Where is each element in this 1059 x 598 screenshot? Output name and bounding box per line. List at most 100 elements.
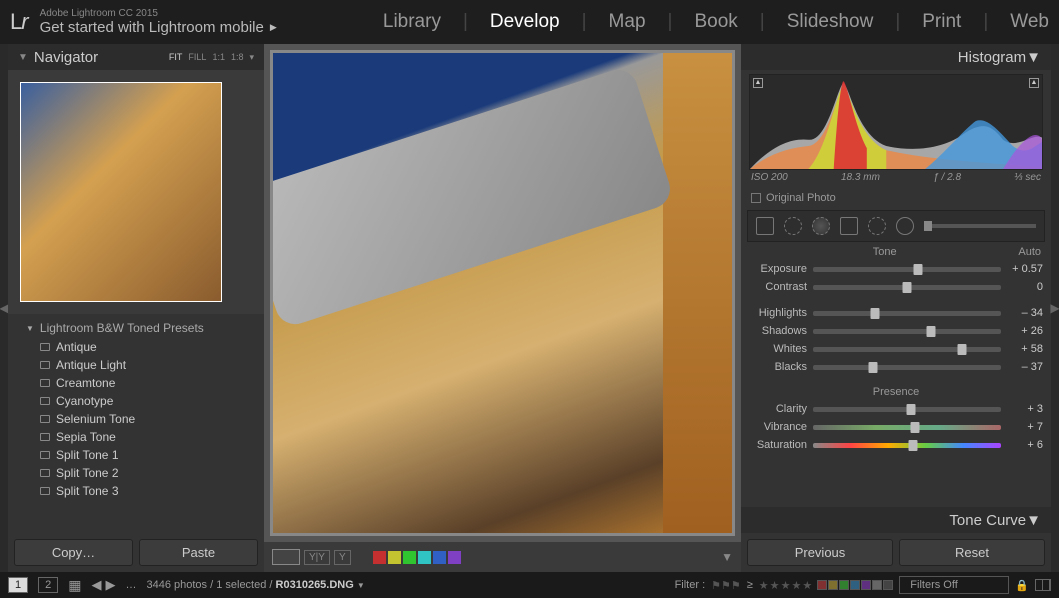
slider-track[interactable] xyxy=(813,329,1001,334)
module-print[interactable]: Print xyxy=(922,11,961,33)
preset-item[interactable]: Split Tone 3 xyxy=(8,482,264,500)
grid-view-icon[interactable]: ▦ xyxy=(68,577,81,594)
original-photo-checkbox[interactable]: Original Photo xyxy=(741,189,1051,210)
rating-geq-icon[interactable]: ≥ xyxy=(747,579,753,591)
slider-value[interactable]: + 26 xyxy=(1007,325,1043,337)
label-color-filter[interactable] xyxy=(861,580,871,590)
left-panel-toggle[interactable]: ◀ xyxy=(0,44,8,572)
exposure-slider[interactable]: Exposure+ 0.57 xyxy=(749,260,1043,278)
color-swatch[interactable] xyxy=(433,551,446,564)
reset-button[interactable]: Reset xyxy=(899,539,1045,566)
label-color-filter[interactable] xyxy=(817,580,827,590)
flag-filter-icon[interactable]: ⚑⚑⚑ xyxy=(711,579,741,592)
chevron-down-icon[interactable]: ▾ xyxy=(249,52,254,63)
label-color-filter[interactable] xyxy=(828,580,838,590)
histogram-header[interactable]: Histogram ▼ xyxy=(741,44,1051,70)
previous-button[interactable]: Previous xyxy=(747,539,893,566)
preset-item[interactable]: Antique xyxy=(8,338,264,356)
preset-item[interactable]: Split Tone 1 xyxy=(8,446,264,464)
slider-value[interactable]: – 34 xyxy=(1007,307,1043,319)
preset-item[interactable]: Sepia Tone xyxy=(8,428,264,446)
module-library[interactable]: Library xyxy=(383,11,441,33)
redeye-tool-icon[interactable] xyxy=(812,217,830,235)
before-after-split-icon[interactable]: Y xyxy=(334,550,351,565)
color-swatch[interactable] xyxy=(388,551,401,564)
saturation-slider[interactable]: Saturation+ 6 xyxy=(749,436,1043,454)
label-color-filter[interactable] xyxy=(850,580,860,590)
color-swatch[interactable] xyxy=(448,551,461,564)
preset-item[interactable]: Cyanotype xyxy=(8,392,264,410)
shadows-slider[interactable]: Shadows+ 26 xyxy=(749,322,1043,340)
copy-button[interactable]: Copy… xyxy=(14,539,133,566)
module-develop[interactable]: Develop xyxy=(490,11,560,33)
highlight-clipping-icon[interactable]: ▲ xyxy=(1029,78,1039,88)
slider-track[interactable] xyxy=(813,443,1001,448)
whites-slider[interactable]: Whites+ 58 xyxy=(749,340,1043,358)
zoom-1-8[interactable]: 1:8 xyxy=(231,52,244,63)
module-book[interactable]: Book xyxy=(694,11,737,33)
module-slideshow[interactable]: Slideshow xyxy=(787,11,874,33)
slider-value[interactable]: + 3 xyxy=(1007,403,1043,415)
clarity-slider[interactable]: Clarity+ 3 xyxy=(749,400,1043,418)
spot-removal-icon[interactable] xyxy=(784,217,802,235)
color-swatch[interactable] xyxy=(418,551,431,564)
navigator-thumbnail[interactable] xyxy=(20,82,222,302)
before-after-yy-icon[interactable]: Y|Y xyxy=(304,550,330,565)
nav-forward-icon[interactable]: ▶ xyxy=(105,577,115,593)
contrast-slider[interactable]: Contrast0 xyxy=(749,278,1043,296)
slider-track[interactable] xyxy=(813,267,1001,272)
preset-group-header[interactable]: ▼ Lightroom B&W Toned Presets xyxy=(8,318,264,338)
second-window-button[interactable]: 2 xyxy=(38,577,58,593)
preset-item[interactable]: Antique Light xyxy=(8,356,264,374)
main-window-button[interactable]: 1 xyxy=(8,577,28,593)
paste-button[interactable]: Paste xyxy=(139,539,258,566)
filter-preset-dropdown[interactable]: Filters Off xyxy=(899,576,1009,594)
nav-back-icon[interactable]: ◀ xyxy=(91,577,101,593)
tone-curve-header[interactable]: Tone Curve ▼ xyxy=(741,507,1051,533)
zoom-1-1[interactable]: 1:1 xyxy=(212,52,225,63)
navigator-header[interactable]: ▼ Navigator FIT FILL 1:1 1:8 ▾ xyxy=(8,44,264,70)
slider-track[interactable] xyxy=(813,365,1001,370)
histogram-display[interactable]: ▲ ▲ xyxy=(749,74,1043,170)
main-image-preview[interactable] xyxy=(270,50,735,536)
adjustment-brush-icon[interactable] xyxy=(896,217,914,235)
slider-value[interactable]: 0 xyxy=(1007,281,1043,293)
loupe-view-icon[interactable] xyxy=(272,549,300,565)
preset-item[interactable]: Selenium Tone xyxy=(8,410,264,428)
filter-lock-icon[interactable]: 🔒 xyxy=(1015,579,1029,592)
radial-filter-icon[interactable] xyxy=(868,217,886,235)
zoom-fill[interactable]: FILL xyxy=(188,52,206,63)
slider-track[interactable] xyxy=(813,407,1001,412)
auto-tone-button[interactable]: Auto xyxy=(1018,246,1041,258)
slider-value[interactable]: + 7 xyxy=(1007,421,1043,433)
star-filter[interactable]: ★ ★ ★ ★ ★ xyxy=(759,579,812,592)
slider-value[interactable]: + 0.57 xyxy=(1007,263,1043,275)
slider-value[interactable]: – 37 xyxy=(1007,361,1043,373)
highlights-slider[interactable]: Highlights– 34 xyxy=(749,304,1043,322)
color-swatch[interactable] xyxy=(403,551,416,564)
blacks-slider[interactable]: Blacks– 37 xyxy=(749,358,1043,376)
shadow-clipping-icon[interactable]: ▲ xyxy=(753,78,763,88)
slider-value[interactable]: + 6 xyxy=(1007,439,1043,451)
crop-tool-icon[interactable] xyxy=(756,217,774,235)
label-color-filter[interactable] xyxy=(839,580,849,590)
mobile-promo-link[interactable]: Get started with Lightroom mobile ▶ xyxy=(40,19,277,36)
preset-item[interactable]: Creamtone xyxy=(8,374,264,392)
right-panel-toggle[interactable]: ▶ xyxy=(1051,44,1059,572)
slider-value[interactable]: + 58 xyxy=(1007,343,1043,355)
module-map[interactable]: Map xyxy=(609,11,646,33)
graduated-filter-icon[interactable] xyxy=(840,217,858,235)
slider-track[interactable] xyxy=(813,347,1001,352)
preset-item[interactable]: Split Tone 2 xyxy=(8,464,264,482)
label-color-filter[interactable] xyxy=(872,580,882,590)
module-web[interactable]: Web xyxy=(1010,11,1049,33)
color-swatch[interactable] xyxy=(373,551,386,564)
zoom-fit[interactable]: FIT xyxy=(169,52,183,63)
slider-track[interactable] xyxy=(813,285,1001,290)
slider-track[interactable] xyxy=(813,311,1001,316)
mask-slider[interactable] xyxy=(924,224,1036,228)
vibrance-slider[interactable]: Vibrance+ 7 xyxy=(749,418,1043,436)
filmstrip-toggle-icon[interactable] xyxy=(1035,579,1051,591)
toolbar-menu-icon[interactable]: ▼ xyxy=(721,550,733,564)
slider-track[interactable] xyxy=(813,425,1001,430)
